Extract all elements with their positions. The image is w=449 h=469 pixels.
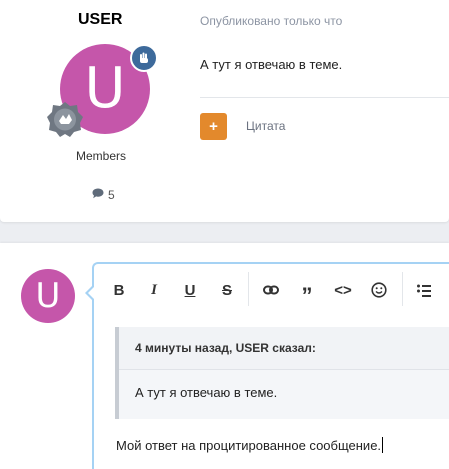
quoted-post: 4 минуты назад, USER сказал: А тут я отв… — [115, 327, 449, 419]
link-icon[interactable] — [261, 278, 281, 302]
post-body: А тут я отвечаю в теме. — [200, 57, 343, 72]
user-group-label: Members — [76, 149, 127, 163]
code-icon[interactable]: <> — [332, 278, 354, 302]
rank-badge-icon — [46, 101, 84, 139]
comment-icon — [92, 188, 104, 202]
post-count: 5 — [92, 188, 115, 202]
quote-citation[interactable]: 4 минуты назад, USER сказал: — [135, 341, 316, 355]
reply-avatar: U — [21, 269, 75, 323]
bold-button[interactable]: B — [110, 278, 128, 302]
quote-icon[interactable]: ” — [297, 278, 317, 308]
multiquote-button[interactable]: + — [200, 113, 227, 140]
editor-toolbar: B I U S ” <> — [94, 264, 449, 318]
strike-button[interactable]: S — [218, 278, 236, 302]
quote-body: А тут я отвечаю в теме. — [135, 385, 278, 400]
toolbar-separator — [248, 272, 249, 306]
quote-button[interactable]: Цитата — [246, 119, 285, 133]
toolbar-separator — [402, 272, 403, 306]
emoji-icon[interactable] — [369, 278, 389, 302]
post-author-name[interactable]: USER — [78, 11, 122, 29]
post-date[interactable]: Опубликовано только что — [200, 14, 342, 28]
post-card: USER U Members 5 Опубликовано только что… — [0, 0, 449, 222]
reply-draft-content: Мой ответ на процитированное сообщение. — [116, 438, 382, 453]
hand-badge-icon — [130, 44, 158, 72]
divider — [200, 97, 449, 98]
post-count-value: 5 — [108, 188, 115, 202]
underline-button[interactable]: U — [181, 278, 199, 302]
reply-draft-text[interactable]: Мой ответ на процитированное сообщение. — [116, 437, 384, 453]
italic-button[interactable]: I — [145, 278, 163, 302]
text-caret — [382, 437, 384, 453]
quote-header: 4 минуты назад, USER сказал: — [119, 327, 449, 370]
bulleted-list-icon[interactable] — [414, 278, 434, 302]
